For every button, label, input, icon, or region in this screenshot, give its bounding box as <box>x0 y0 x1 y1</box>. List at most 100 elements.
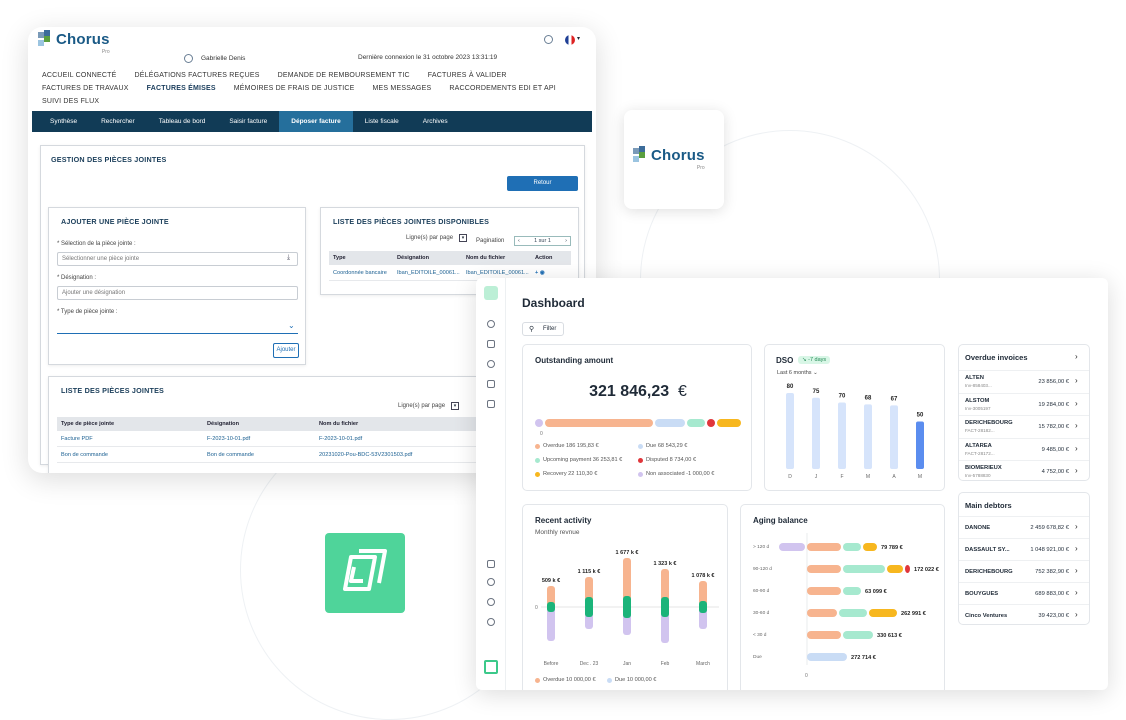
nav-raccordements[interactable]: Raccordements EDI et API <box>449 85 556 92</box>
nav-factures-emises[interactable]: Factures émises <box>147 85 216 92</box>
nav-accueil[interactable]: Accueil connecté <box>42 72 117 79</box>
chat-icon[interactable] <box>487 320 495 328</box>
tab-rechercher[interactable]: Rechercher <box>89 111 147 132</box>
overdue-invoice-row[interactable]: ALSTOM Inv-3005197 19 284,00 € › <box>959 392 1089 415</box>
chevron-right-icon[interactable]: › <box>1075 466 1078 475</box>
legend-label: Upcoming payment 36 253,81 € <box>543 457 623 463</box>
lines-per-page-label: Ligne(s) par page <box>406 235 454 241</box>
nav-suivi-flux[interactable]: Suivi des flux <box>42 98 99 105</box>
outstanding-currency: € <box>678 383 687 400</box>
language-flag-icon[interactable] <box>565 35 575 45</box>
nav-messages[interactable]: Mes messages <box>373 85 432 92</box>
help-icon[interactable] <box>544 35 553 44</box>
tab-saisir-facture[interactable]: Saisir facture <box>217 111 279 132</box>
col-filename[interactable]: Nom du fichier <box>315 421 477 427</box>
download-icon[interactable]: ⤓ <box>287 254 290 262</box>
aging-segment <box>807 587 841 595</box>
add-row-icon[interactable]: + ◉ <box>531 270 571 276</box>
outstanding-bar <box>535 419 741 427</box>
dso-value-label: 50 <box>917 413 924 419</box>
nav-remboursement[interactable]: Demande de remboursement TIC <box>278 72 410 79</box>
tab-liste-fiscale[interactable]: Liste fiscale <box>353 111 411 132</box>
debtor-name: BOUYGUES <box>965 591 999 597</box>
chevron-right-icon[interactable]: › <box>1075 444 1078 453</box>
dso-value-label: 80 <box>787 384 794 390</box>
type-select[interactable] <box>57 320 298 334</box>
aging-segment <box>887 565 903 573</box>
back-button[interactable]: Retour <box>507 176 578 191</box>
chevron-right-icon[interactable]: › <box>1075 421 1078 430</box>
app-logo-icon[interactable] <box>484 660 498 674</box>
chevron-right-icon[interactable]: › <box>1075 566 1078 575</box>
chevron-right-icon[interactable]: › <box>1075 399 1078 408</box>
overdue-invoice-row[interactable]: ALTEN Inv-858403... 23 856,00 € › <box>959 370 1089 392</box>
cell-filename: 20231020-Pou-BDC-53V2301503.pdf <box>319 451 413 458</box>
add-button[interactable]: Ajouter <box>273 343 299 358</box>
chorus-logo: Chorus Pro <box>633 146 705 171</box>
legend-due: Due 10 000,00 € <box>607 677 656 683</box>
power-icon[interactable] <box>487 618 495 626</box>
aging-segment <box>863 543 877 551</box>
chorus-logo-card: Chorus Pro <box>624 110 724 209</box>
aging-segment <box>807 543 841 551</box>
lines-per-page-select[interactable]: ▾ <box>459 234 467 242</box>
chevron-right-icon[interactable]: › <box>1075 610 1078 619</box>
chevron-right-icon[interactable]: › <box>1075 588 1078 597</box>
chevron-down-icon[interactable]: ⌄ <box>288 321 295 330</box>
chevron-right-icon[interactable]: › <box>1075 376 1078 385</box>
overdue-invoice-row[interactable]: BIOMERIEUX Inv-5788830 4 752,00 € › <box>959 460 1089 482</box>
chevron-right-icon[interactable]: › <box>1075 522 1078 531</box>
prev-page-icon[interactable]: ‹ <box>518 238 520 244</box>
settings-icon[interactable] <box>487 598 495 606</box>
document-icon[interactable] <box>487 340 495 348</box>
debtor-amount: 752 382,90 € <box>1035 569 1069 575</box>
debtor-row[interactable]: Cinco Ventures 39 423,00 € › <box>959 604 1089 626</box>
debtor-row[interactable]: DERICHEBOURG 752 382,90 € › <box>959 560 1089 582</box>
debtor-row[interactable]: BOUYGUES 689 883,00 € › <box>959 582 1089 604</box>
file-select-input[interactable]: Sélectionner une pièce jointe <box>57 252 298 266</box>
overdue-invoice-row[interactable]: DERICHEBOURG FACT-28182... 15 782,00 € › <box>959 415 1089 437</box>
nav-factures-a-valider[interactable]: Factures à valider <box>428 72 507 79</box>
col-designation[interactable]: Désignation <box>203 421 315 427</box>
tab-deposer-facture[interactable]: Déposer facture <box>279 111 353 132</box>
nav-factures-travaux[interactable]: Factures de travaux <box>42 85 129 92</box>
nav-memoires[interactable]: Mémoires de frais de justice <box>234 85 355 92</box>
pagination-control[interactable]: ‹ 1 sur 1 › <box>514 236 571 246</box>
designation-label: * Désignation : <box>57 275 97 281</box>
invoice-icon[interactable] <box>487 380 495 388</box>
available-panel-title: Liste des pièces jointes disponibles <box>333 217 490 226</box>
chevron-right-icon[interactable]: › <box>1075 352 1078 361</box>
debtor-row[interactable]: DASSAULT SY... 1 048 921,00 € › <box>959 538 1089 560</box>
page-title: Dashboard <box>522 296 585 310</box>
chorus-mark-icon <box>38 30 56 48</box>
overdue-invoice-row[interactable]: ALTAREA FACT-28172... 9 485,00 € › <box>959 437 1089 460</box>
dso-bar <box>786 393 794 469</box>
wallet-icon[interactable] <box>487 400 495 408</box>
workspace-avatar[interactable] <box>484 286 498 300</box>
tab-archives[interactable]: Archives <box>411 111 460 132</box>
users-icon[interactable] <box>487 360 495 368</box>
page-value: 1 sur 1 <box>534 238 551 244</box>
designation-input[interactable]: Ajouter une désignation <box>57 286 298 300</box>
user-name: Gabrielle Denis <box>201 55 246 62</box>
table-row: Bon de commande Bon de commande 20231020-P… <box>57 447 477 463</box>
tab-tableau-de-bord[interactable]: Tableau de bord <box>147 111 218 132</box>
col-filename[interactable]: Nom du fichier <box>462 255 531 261</box>
tab-synthese[interactable]: Synthèse <box>38 111 89 132</box>
aging-segment <box>779 543 805 551</box>
outstanding-title: Outstanding amount <box>535 356 614 365</box>
col-designation[interactable]: Désignation <box>393 255 462 261</box>
lines-per-page-select[interactable]: ▾ <box>451 402 459 410</box>
col-type[interactable]: Type <box>329 255 393 261</box>
next-page-icon[interactable]: › <box>565 238 567 244</box>
dso-value-label: 67 <box>891 396 898 402</box>
file-icon[interactable] <box>487 560 495 568</box>
dso-month-label: A <box>892 474 896 480</box>
activity-overdue-bar <box>661 569 669 601</box>
debtor-row[interactable]: DANONE 2 459 678,82 € › <box>959 516 1089 538</box>
chevron-down-icon[interactable]: ▾ <box>577 35 580 42</box>
nav-delegations[interactable]: Délégations factures reçues <box>135 72 260 79</box>
chevron-right-icon[interactable]: › <box>1075 544 1078 553</box>
col-type[interactable]: Type de pièce jointe <box>57 421 203 427</box>
bell-icon[interactable] <box>487 578 495 586</box>
